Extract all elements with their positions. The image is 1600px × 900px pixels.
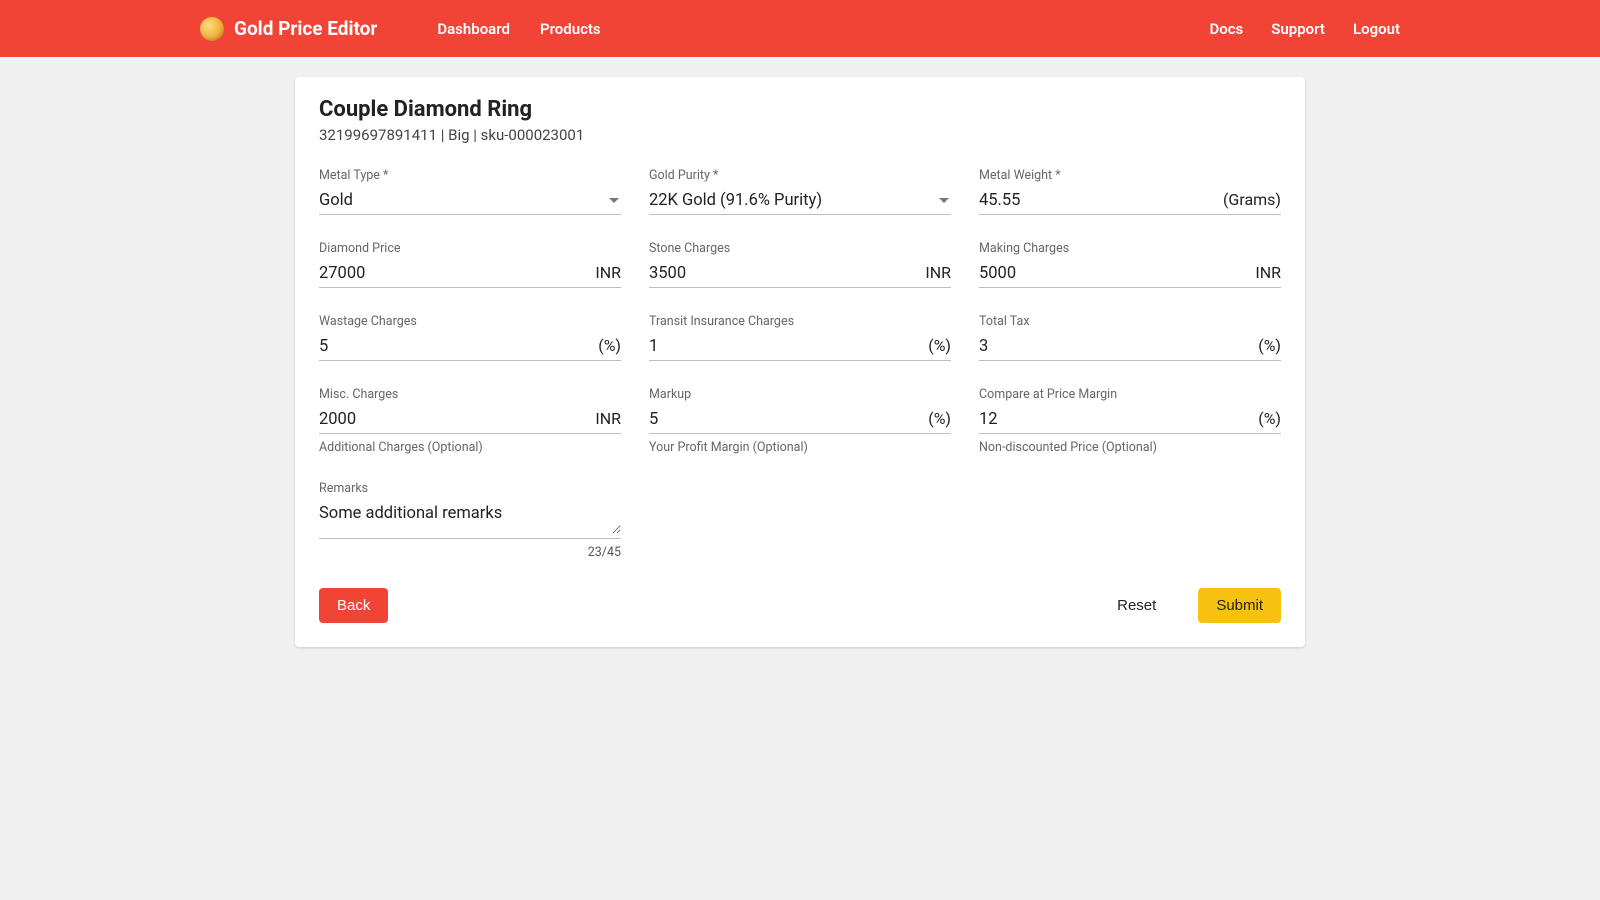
field-gold-purity: Gold Purity * 22K Gold (91.6% Purity) [649, 168, 951, 215]
suffix-compare-margin: (%) [1252, 409, 1281, 428]
suffix-metal-weight: (Grams) [1217, 190, 1281, 209]
suffix-stone-charges: INR [919, 263, 951, 282]
counter-remarks: 23/45 [319, 545, 621, 560]
label-remarks: Remarks [319, 481, 621, 496]
form-actions: Back Reset Submit [319, 588, 1281, 623]
chevron-down-icon [609, 198, 619, 203]
field-transit-insurance: Transit Insurance Charges (%) [649, 314, 951, 361]
nav-support[interactable]: Support [1271, 20, 1325, 38]
label-compare-margin: Compare at Price Margin [979, 387, 1281, 402]
nav-products[interactable]: Products [540, 20, 601, 38]
suffix-diamond-price: INR [589, 263, 621, 282]
submit-button[interactable]: Submit [1198, 588, 1281, 623]
field-metal-type: Metal Type * Gold [319, 168, 621, 215]
field-compare-margin: Compare at Price Margin (%) Non-discount… [979, 387, 1281, 455]
select-metal-type[interactable]: Gold [319, 187, 621, 215]
field-misc-charges: Misc. Charges INR Additional Charges (Op… [319, 387, 621, 455]
helper-compare-margin: Non-discounted Price (Optional) [979, 440, 1281, 455]
label-total-tax: Total Tax [979, 314, 1281, 329]
label-transit-insurance: Transit Insurance Charges [649, 314, 951, 329]
helper-misc-charges: Additional Charges (Optional) [319, 440, 621, 455]
input-transit-insurance[interactable] [649, 333, 922, 358]
top-bar: Gold Price Editor Dashboard Products Doc… [0, 0, 1600, 57]
product-form-card: Couple Diamond Ring 32199697891411 | Big… [295, 77, 1305, 647]
label-stone-charges: Stone Charges [649, 241, 951, 256]
input-misc-charges[interactable] [319, 406, 589, 431]
nav-right: Docs Support Logout [1209, 20, 1400, 38]
field-stone-charges: Stone Charges INR [649, 241, 951, 288]
nav-logout[interactable]: Logout [1353, 20, 1400, 38]
label-misc-charges: Misc. Charges [319, 387, 621, 402]
suffix-making-charges: INR [1249, 263, 1281, 282]
nav-dashboard[interactable]: Dashboard [437, 20, 510, 38]
label-wastage-charges: Wastage Charges [319, 314, 621, 329]
suffix-total-tax: (%) [1252, 336, 1281, 355]
value-metal-type: Gold [319, 187, 603, 212]
textarea-remarks[interactable] [319, 500, 621, 534]
label-metal-weight: Metal Weight * [979, 168, 1281, 183]
app-logo: Gold Price Editor [200, 17, 377, 41]
suffix-markup: (%) [922, 409, 951, 428]
label-markup: Markup [649, 387, 951, 402]
field-total-tax: Total Tax (%) [979, 314, 1281, 361]
label-diamond-price: Diamond Price [319, 241, 621, 256]
app-title: Gold Price Editor [234, 17, 377, 40]
field-diamond-price: Diamond Price INR [319, 241, 621, 288]
suffix-misc-charges: INR [589, 409, 621, 428]
back-button[interactable]: Back [319, 588, 388, 623]
input-making-charges[interactable] [979, 260, 1249, 285]
page-title: Couple Diamond Ring [319, 97, 1281, 122]
input-markup[interactable] [649, 406, 922, 431]
input-compare-margin[interactable] [979, 406, 1252, 431]
label-gold-purity: Gold Purity * [649, 168, 951, 183]
label-making-charges: Making Charges [979, 241, 1281, 256]
gold-coin-icon [200, 17, 224, 41]
input-metal-weight[interactable] [979, 187, 1217, 212]
helper-markup: Your Profit Margin (Optional) [649, 440, 951, 455]
reset-button[interactable]: Reset [1099, 588, 1174, 623]
field-making-charges: Making Charges INR [979, 241, 1281, 288]
field-markup: Markup (%) Your Profit Margin (Optional) [649, 387, 951, 455]
field-remarks: Remarks 23/45 [319, 481, 621, 560]
input-stone-charges[interactable] [649, 260, 919, 285]
input-total-tax[interactable] [979, 333, 1252, 358]
chevron-down-icon [939, 198, 949, 203]
label-metal-type: Metal Type * [319, 168, 621, 183]
input-diamond-price[interactable] [319, 260, 589, 285]
nav-left: Dashboard Products [437, 20, 600, 38]
field-metal-weight: Metal Weight * (Grams) [979, 168, 1281, 215]
input-wastage-charges[interactable] [319, 333, 592, 358]
nav-docs[interactable]: Docs [1209, 20, 1243, 38]
select-gold-purity[interactable]: 22K Gold (91.6% Purity) [649, 187, 951, 215]
field-wastage-charges: Wastage Charges (%) [319, 314, 621, 361]
value-gold-purity: 22K Gold (91.6% Purity) [649, 187, 933, 212]
suffix-transit-insurance: (%) [922, 336, 951, 355]
page-subtitle: 32199697891411 | Big | sku-000023001 [319, 126, 1281, 144]
suffix-wastage-charges: (%) [592, 336, 621, 355]
